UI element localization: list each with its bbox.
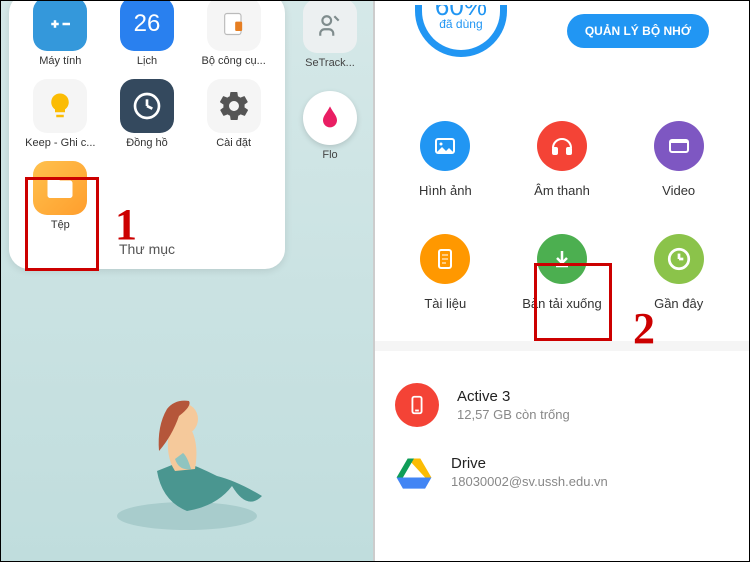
app-calendar[interactable]: 26 Lịch — [106, 1, 189, 67]
app-clock[interactable]: Đồng hồ — [106, 75, 189, 149]
category-documents[interactable]: Tài liệu — [387, 234, 504, 311]
audio-icon — [537, 121, 587, 171]
app-label: Cài đặt — [216, 137, 251, 149]
storage-item-device[interactable]: Active 3 12,57 GB còn trống — [395, 369, 729, 441]
storage-item-drive[interactable]: Drive 18030002@sv.ussh.edu.vn — [395, 441, 729, 503]
setrack-icon — [303, 1, 357, 53]
annotation-number-2: 2 — [633, 303, 655, 354]
storage-item-subtitle: 18030002@sv.ussh.edu.vn — [451, 474, 608, 489]
app-settings[interactable]: Cài đặt — [192, 75, 275, 149]
app-setrack[interactable]: SeTrack... — [303, 1, 357, 69]
drive-icon — [395, 455, 433, 489]
wallpaper-mermaid — [87, 331, 287, 531]
home-screen-apps: SeTrack... Flo — [295, 1, 365, 161]
storage-usage-circle[interactable]: 60% đã dùng — [415, 5, 507, 57]
app-label: SeTrack... — [305, 57, 355, 69]
category-label: Tài liệu — [424, 296, 466, 311]
storage-item-title: Active 3 — [457, 388, 570, 405]
category-audio[interactable]: Âm thanh — [504, 121, 621, 198]
category-images[interactable]: Hình ảnh — [387, 121, 504, 198]
app-toolkit[interactable]: Bộ công cụ... — [192, 1, 275, 67]
storage-locations-list: Active 3 12,57 GB còn trống Drive 180300… — [375, 351, 749, 521]
annotation-highlight-2 — [534, 263, 612, 341]
documents-icon — [420, 234, 470, 284]
phone-icon — [395, 383, 439, 427]
video-icon — [654, 121, 704, 171]
images-icon — [420, 121, 470, 171]
app-flo[interactable]: Flo — [303, 87, 357, 161]
clock-icon — [654, 234, 704, 284]
toolkit-icon — [207, 1, 261, 51]
flo-icon — [303, 91, 357, 145]
calculator-icon — [33, 1, 87, 51]
annotation-number-1: 1 — [115, 199, 137, 250]
gear-icon — [207, 79, 261, 133]
storage-item-subtitle: 12,57 GB còn trống — [457, 407, 570, 422]
manage-storage-button[interactable]: QUẢN LÝ BỘ NHỚ — [567, 14, 709, 48]
storage-item-text: Drive 18030002@sv.ussh.edu.vn — [451, 455, 608, 489]
category-label: Âm thanh — [534, 183, 590, 198]
category-label: Hình ảnh — [419, 183, 472, 198]
category-label: Gần đây — [654, 296, 703, 311]
storage-item-text: Active 3 12,57 GB còn trống — [457, 388, 570, 422]
storage-used-label: đã dùng — [439, 17, 482, 31]
storage-item-title: Drive — [451, 455, 608, 472]
app-label: Keep - Ghi c... — [25, 137, 95, 149]
app-label: Flo — [322, 149, 337, 161]
annotation-highlight-1 — [25, 177, 99, 271]
app-calculator[interactable]: Máy tính — [19, 1, 102, 67]
storage-header: 60% đã dùng QUẢN LÝ BỘ NHỚ — [375, 1, 749, 81]
section-divider — [375, 341, 749, 351]
app-label: Lịch — [137, 55, 157, 67]
calendar-icon: 26 — [120, 1, 174, 51]
app-label: Bộ công cụ... — [202, 55, 266, 67]
category-recent[interactable]: Gần đây — [620, 234, 737, 311]
app-keep[interactable]: Keep - Ghi c... — [19, 75, 102, 149]
clock-icon — [120, 79, 174, 133]
keep-icon — [33, 79, 87, 133]
category-label: Video — [662, 183, 695, 198]
category-video[interactable]: Video — [620, 121, 737, 198]
storage-percent: 60% — [435, 5, 487, 15]
left-phone-screenshot: Máy tính 26 Lịch Bộ công cụ... Keep - Gh… — [1, 1, 375, 561]
app-label: Máy tính — [39, 55, 81, 67]
app-label: Đồng hồ — [126, 137, 168, 149]
